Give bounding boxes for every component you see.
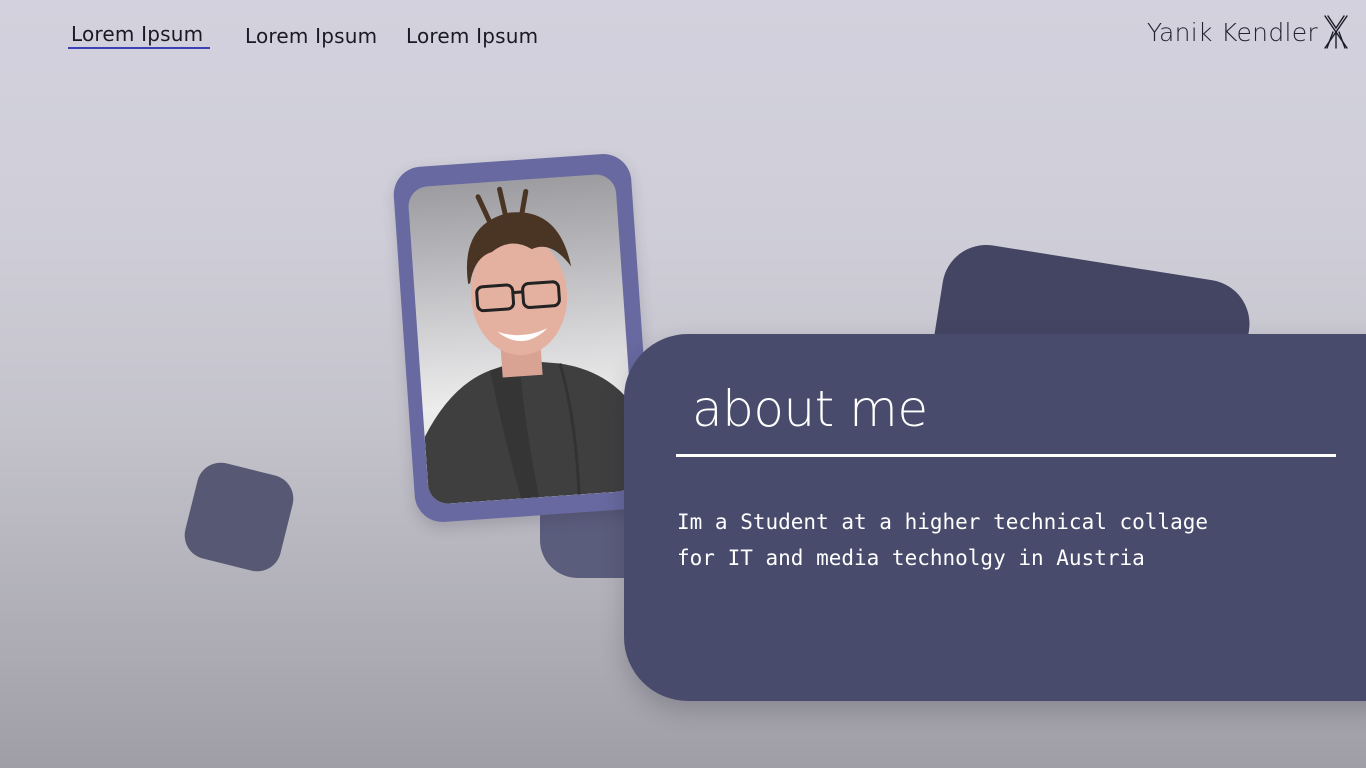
about-line-2: for IT and media technolgy in Austria <box>677 546 1145 570</box>
about-description: Im a Student at a higher technical colla… <box>677 504 1317 576</box>
about-title: about me <box>692 380 928 438</box>
about-divider <box>676 454 1336 457</box>
decorative-square <box>179 457 299 577</box>
nav-active-underline <box>68 47 210 49</box>
brand[interactable]: Yanik Kendler <box>1147 14 1350 50</box>
nav-item-2[interactable]: Lorem Ipsum <box>245 24 377 48</box>
profile-photo-frame <box>391 152 655 524</box>
about-line-1: Im a Student at a higher technical colla… <box>677 510 1209 534</box>
brand-name: Yanik Kendler <box>1146 17 1318 47</box>
nav-item-3[interactable]: Lorem Ipsum <box>406 24 538 48</box>
nav-item-1[interactable]: Lorem Ipsum <box>71 22 203 46</box>
yk-monogram-icon <box>1324 15 1348 49</box>
profile-photo <box>407 173 637 505</box>
about-card: about me Im a Student at a higher techni… <box>624 334 1366 701</box>
